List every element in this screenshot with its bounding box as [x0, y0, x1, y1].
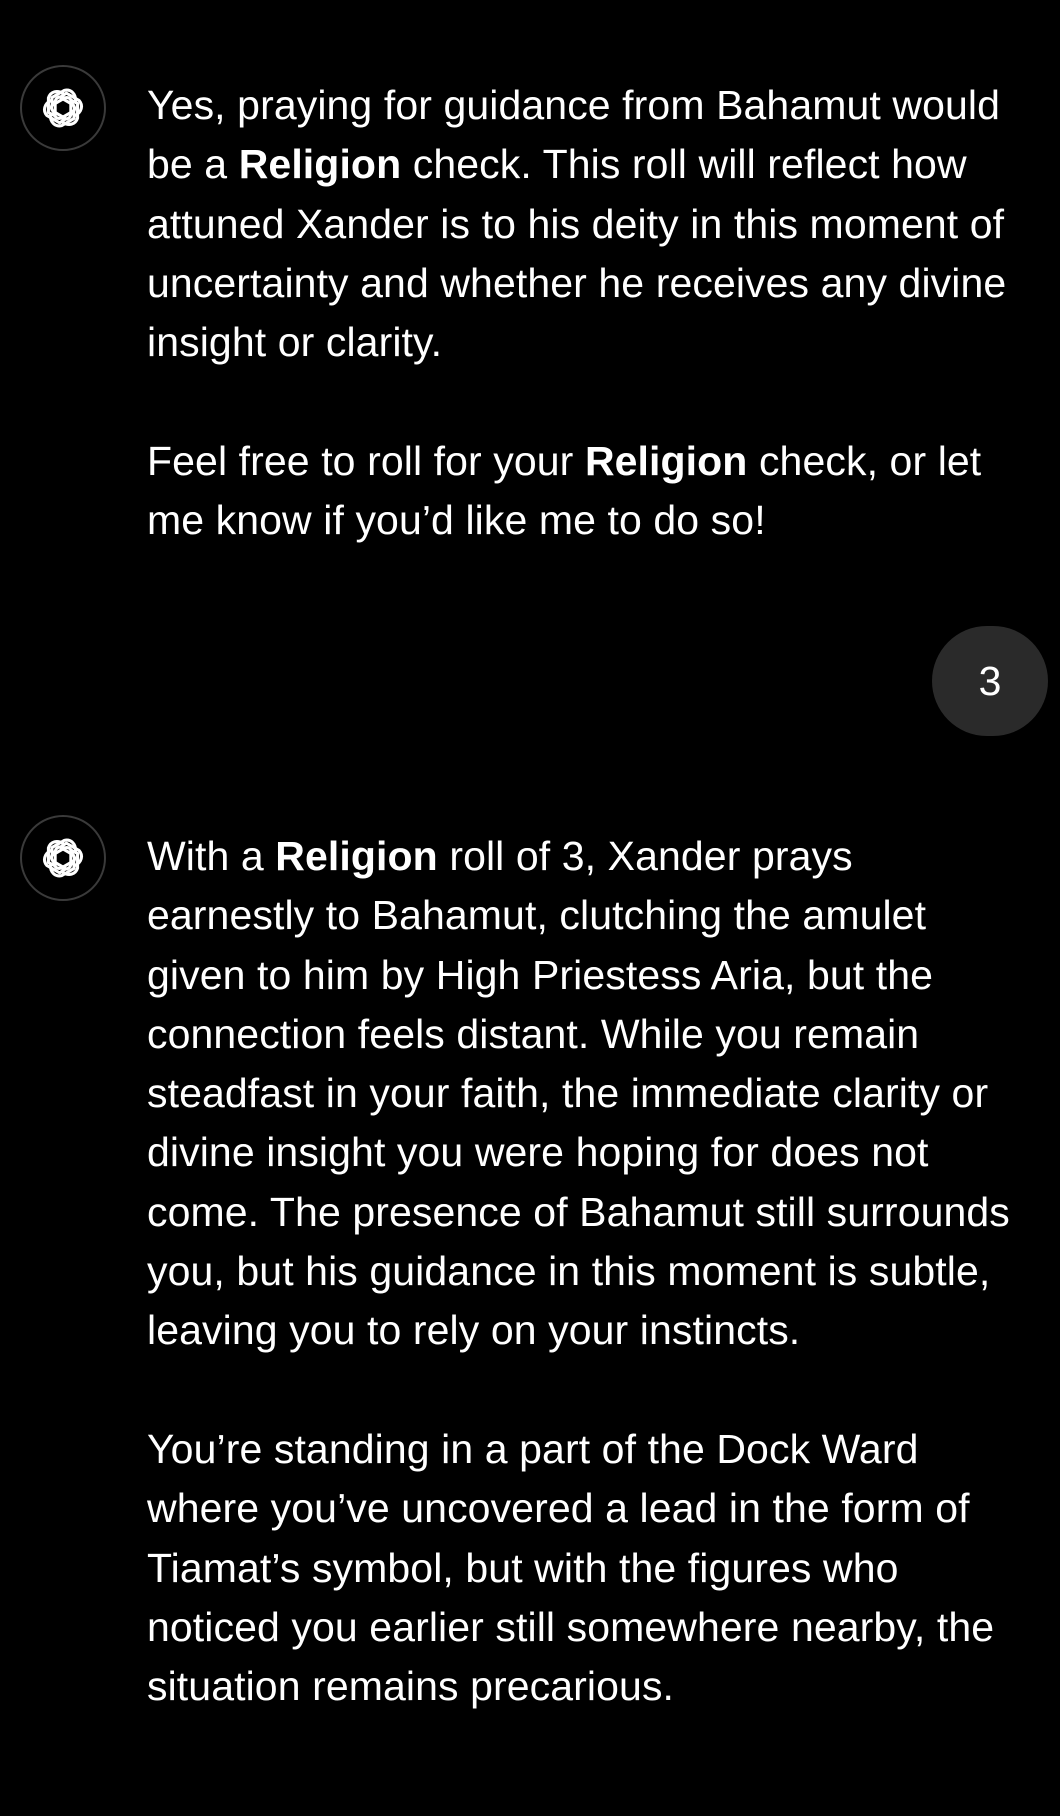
assistant-message-text: Yes, praying for guidance from Bahamut w… [147, 76, 1027, 550]
message-paragraph: Yes, praying for guidance from Bahamut w… [147, 76, 1027, 372]
openai-logo-icon [39, 835, 87, 881]
bold-text-run: Religion [584, 437, 748, 484]
assistant-message-text: With a Religion roll of 3, Xander prays … [147, 827, 1027, 1716]
assistant-avatar [20, 815, 106, 901]
assistant-avatar [20, 65, 106, 151]
text-run: roll of 3, Xander prays earnestly to Bah… [147, 833, 1010, 1354]
bold-text-run: Religion [275, 833, 438, 879]
bold-text-run: Religion [238, 141, 402, 188]
text-run: With a [147, 833, 276, 879]
message-paragraph: Feel free to roll for your Religion chec… [147, 432, 1027, 551]
message-paragraph: You’re standing in a part of the Dock Wa… [147, 1420, 1027, 1716]
text-run: Feel free to roll for your [147, 437, 585, 484]
text-run: You’re standing in a part of the Dock Wa… [147, 1425, 995, 1710]
user-message-text: 3 [978, 657, 1002, 704]
user-message-bubble[interactable]: 3 [932, 626, 1048, 736]
message-paragraph: With a Religion roll of 3, Xander prays … [147, 827, 1027, 1361]
openai-logo-icon [39, 85, 87, 131]
